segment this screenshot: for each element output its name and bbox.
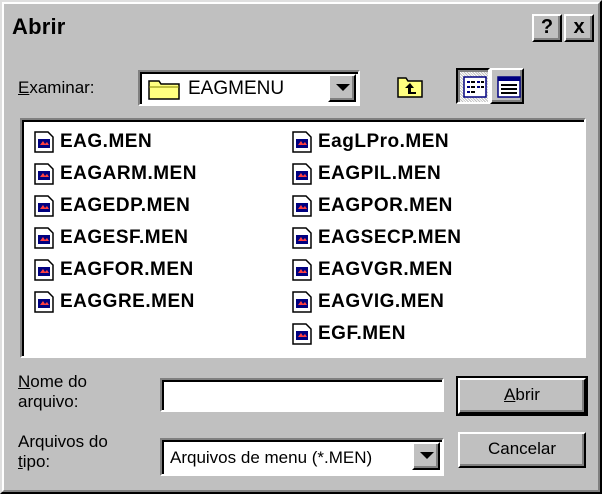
file-item[interactable]: EAGPIL.MEN: [292, 158, 461, 190]
open-button[interactable]: Abrir: [456, 376, 588, 416]
file-item[interactable]: EAGGRE.MEN: [34, 286, 197, 318]
look-in-label: Examinar:: [18, 78, 95, 98]
menu-file-icon: [292, 227, 312, 249]
file-type-label-line1: Arquivos do: [18, 432, 108, 451]
menu-file-icon: [292, 163, 312, 185]
look-in-dropdown[interactable]: EAGMENU: [138, 70, 360, 106]
up-one-level-icon: [397, 77, 423, 98]
menu-file-icon: [292, 259, 312, 281]
file-name-label: Nome do arquivo:: [18, 372, 87, 412]
file-item[interactable]: EAGSECP.MEN: [292, 222, 461, 254]
details-view-button[interactable]: [490, 68, 524, 104]
look-in-value: EAGMENU: [188, 78, 285, 99]
close-button[interactable]: x: [564, 14, 594, 42]
title-bar[interactable]: Abrir ? x: [6, 6, 596, 46]
look-in-label-rest: xaminar:: [29, 78, 95, 97]
menu-file-icon: [292, 323, 312, 345]
file-list-column-1: EAG.MEN EAGARM.MEN EAGEDP.MEN EAGESF.MEN…: [34, 126, 197, 318]
file-item[interactable]: EAGEDP.MEN: [34, 190, 197, 222]
file-list-column-2: EagLPro.MEN EAGPIL.MEN EAGPOR.MEN EAGSEC…: [292, 126, 461, 350]
file-name: EAGESF.MEN: [60, 227, 189, 248]
menu-file-icon: [34, 291, 54, 313]
file-type-label: Arquivos do tipo:: [18, 432, 108, 472]
file-item[interactable]: EAGARM.MEN: [34, 158, 197, 190]
menu-file-icon: [34, 163, 54, 185]
file-name: EAGVGR.MEN: [318, 259, 453, 280]
file-item[interactable]: EAGVGR.MEN: [292, 254, 461, 286]
file-name: EAGGRE.MEN: [60, 291, 195, 312]
menu-file-icon: [34, 259, 54, 281]
up-one-level-button[interactable]: [392, 68, 426, 104]
file-item[interactable]: EAGPOR.MEN: [292, 190, 461, 222]
file-type-dropdown[interactable]: Arquivos de menu (*.MEN): [160, 438, 444, 476]
file-item[interactable]: EagLPro.MEN: [292, 126, 461, 158]
file-name: EAGVIG.MEN: [318, 291, 445, 312]
file-name-accesskey: N: [18, 372, 31, 391]
file-type-value: Arquivos de menu (*.MEN): [170, 448, 373, 467]
file-type-label-rest: ipo:: [22, 452, 51, 471]
file-name: EagLPro.MEN: [318, 131, 450, 152]
file-item[interactable]: EGF.MEN: [292, 318, 461, 350]
details-view-icon: [497, 76, 521, 98]
menu-file-icon: [292, 195, 312, 217]
window-title: Abrir: [12, 14, 66, 39]
file-name: EGF.MEN: [318, 323, 406, 344]
folder-icon: [148, 80, 180, 100]
file-name-field[interactable]: [160, 378, 444, 412]
menu-file-icon: [34, 131, 54, 153]
file-item[interactable]: EAGVIG.MEN: [292, 286, 461, 318]
file-name-label-rest: ome do: [30, 372, 87, 391]
file-item[interactable]: EAGESF.MEN: [34, 222, 197, 254]
file-name: EAGARM.MEN: [60, 163, 197, 184]
look-in-accesskey: E: [18, 78, 30, 97]
file-name: EAGPOR.MEN: [318, 195, 453, 216]
open-accesskey: A: [504, 385, 516, 404]
file-name-label-line2: arquivo:: [18, 392, 79, 411]
file-type-label-line2: tipo:: [18, 452, 108, 472]
file-name: EAGPIL.MEN: [318, 163, 442, 184]
chevron-down-icon: [336, 84, 350, 91]
help-button[interactable]: ?: [532, 14, 562, 42]
file-item[interactable]: EAG.MEN: [34, 126, 197, 158]
file-name-label-line1: Nome do: [18, 372, 87, 392]
look-in-dropdown-button[interactable]: [328, 74, 356, 102]
list-view-button[interactable]: [456, 68, 490, 104]
menu-file-icon: [292, 131, 312, 153]
menu-file-icon: [34, 195, 54, 217]
open-label-rest: brir: [515, 385, 540, 404]
file-item[interactable]: EAGFOR.MEN: [34, 254, 197, 286]
file-name: EAGFOR.MEN: [60, 259, 194, 280]
open-dialog: Abrir ? x Examinar: EAGMENU EAG.MEN EAGA…: [0, 0, 602, 494]
cancel-button[interactable]: Cancelar: [458, 432, 586, 468]
chevron-down-icon: [420, 452, 434, 459]
file-type-dropdown-button[interactable]: [412, 442, 440, 470]
list-view-icon: [463, 76, 487, 98]
file-name: EAG.MEN: [60, 131, 153, 152]
file-name: EAGEDP.MEN: [60, 195, 191, 216]
menu-file-icon: [292, 291, 312, 313]
menu-file-icon: [34, 227, 54, 249]
file-name: EAGSECP.MEN: [318, 227, 462, 248]
file-list[interactable]: EAG.MEN EAGARM.MEN EAGEDP.MEN EAGESF.MEN…: [20, 118, 586, 358]
